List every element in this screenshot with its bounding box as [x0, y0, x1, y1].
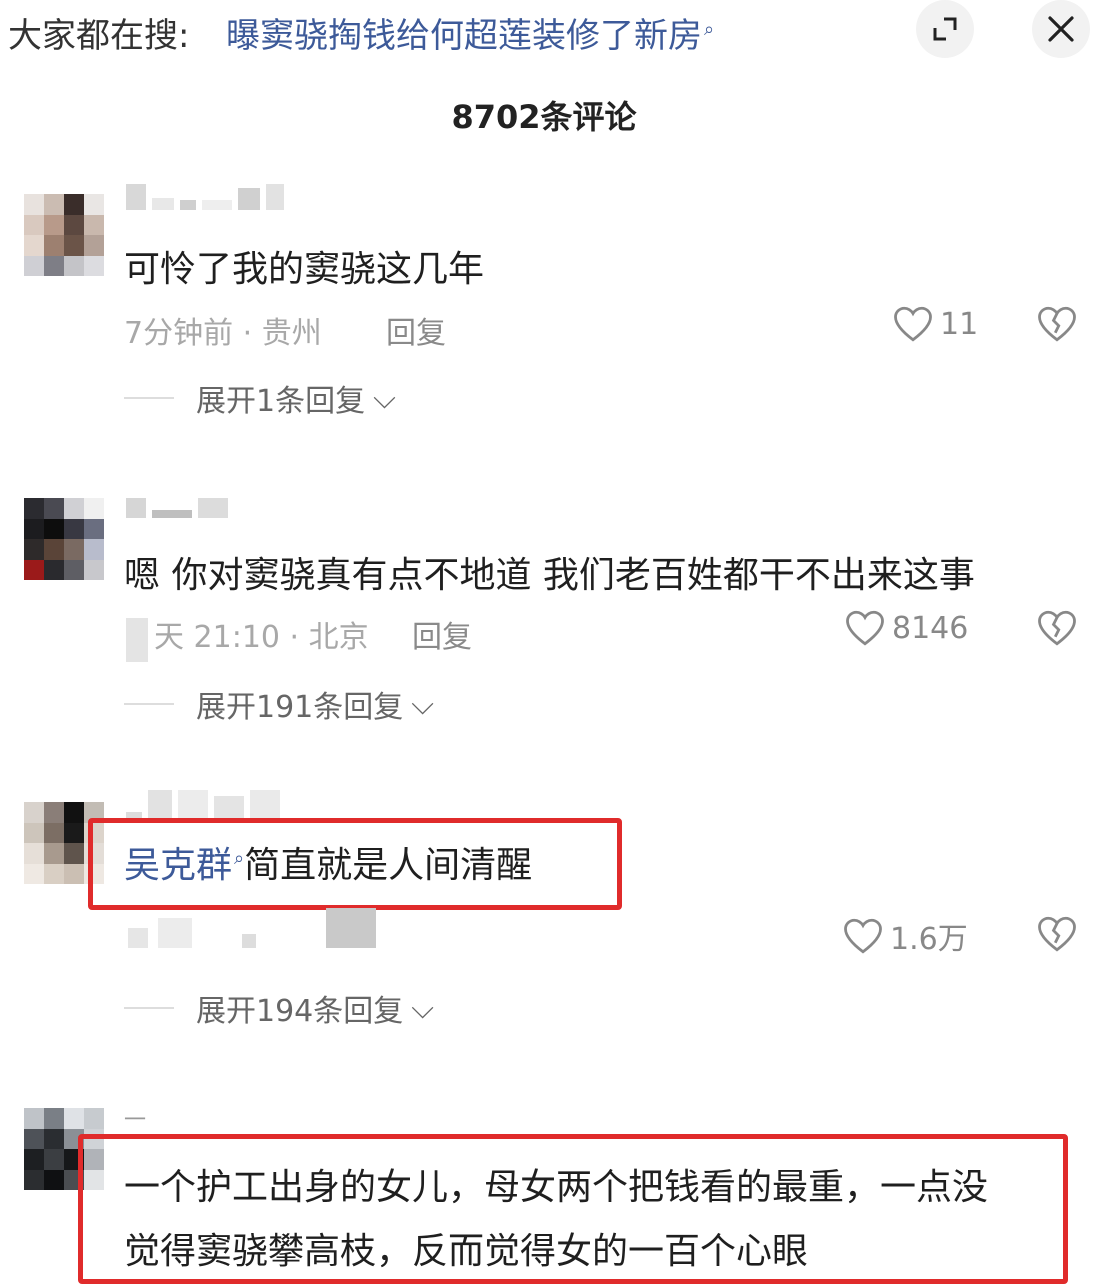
mention-link[interactable]: 吴克群 — [124, 845, 232, 886]
chevron-down-icon: ⌵ — [411, 686, 435, 722]
comment-text: 嗯 你对窦骁真有点不地道 我们老百姓都干不出来这事 — [124, 555, 975, 596]
comment-text: 可怜了我的窦骁这几年 — [124, 249, 485, 290]
comment-meta: 7分钟前 · 贵州 — [124, 316, 322, 351]
search-icon: ⌕ — [704, 18, 715, 40]
meta-blurred — [128, 908, 376, 948]
close-button[interactable] — [1032, 0, 1090, 58]
dislike-button[interactable] — [1036, 304, 1078, 348]
search-icon: ⌕ — [234, 848, 245, 869]
reply-button[interactable]: 回复 — [412, 612, 472, 656]
heart-icon — [846, 610, 884, 646]
expand-replies-label: 展开191条回复 — [196, 690, 404, 725]
like-count: 11 — [940, 306, 979, 342]
like-button[interactable]: 1.6万 — [842, 914, 968, 958]
comment-text-line: 觉得窦骁攀高枝，反而觉得女的一百个心眼 — [124, 1231, 809, 1272]
avatar[interactable] — [24, 194, 104, 276]
comment-count: 8702条评论 — [451, 98, 637, 136]
like-button[interactable]: 11 — [892, 304, 978, 344]
broken-heart-icon — [1038, 610, 1076, 646]
comment-item: 吴克群 ⌕简直就是人间清醒 1.6万 展开194条回复 ⌵ — [0, 784, 1107, 1034]
search-prefix: 大家都在搜: — [8, 16, 190, 56]
meta-blur — [126, 618, 148, 662]
comment-text: 吴克群 ⌕简直就是人间清醒 — [124, 836, 532, 888]
search-query: 曝窦骁掏钱给何超莲装修了新房 — [226, 16, 702, 56]
close-icon — [1048, 16, 1074, 42]
username: 一 — [124, 1108, 147, 1133]
heart-icon — [894, 306, 932, 342]
username-blurred — [126, 488, 228, 518]
comment-item: 可怜了我的窦骁这几年 7分钟前 · 贵州 回复 11 展开1条回复 ⌵ — [0, 180, 1107, 430]
broken-heart-icon — [1038, 916, 1076, 952]
top-search-bar: 大家都在搜: 曝窦骁掏钱给何超莲装修了新房 ⌕ — [0, 0, 1107, 62]
expand-replies-label: 展开1条回复 — [196, 384, 366, 419]
username-blurred — [126, 790, 280, 820]
comment-meta: 天 21:10 · 北京 — [154, 620, 369, 655]
search-suggestion-link[interactable]: 曝窦骁掏钱给何超莲装修了新房 ⌕ — [226, 8, 714, 57]
expand-button[interactable] — [916, 0, 974, 58]
like-count: 1.6万 — [890, 922, 968, 957]
expand-replies-button[interactable]: 展开191条回复 ⌵ — [124, 682, 434, 726]
chevron-down-icon: ⌵ — [373, 380, 396, 416]
expand-replies-button[interactable]: 展开194条回复 ⌵ — [124, 986, 434, 1030]
chevron-down-icon: ⌵ — [411, 990, 435, 1026]
dislike-button[interactable] — [1036, 608, 1078, 652]
like-button[interactable]: 8146 — [844, 608, 968, 648]
reply-button[interactable]: 回复 — [386, 308, 446, 352]
expand-replies-button[interactable]: 展开1条回复 ⌵ — [124, 376, 396, 420]
expand-icon — [933, 17, 957, 41]
heart-icon — [844, 918, 882, 954]
comment-item: 嗯 你对窦骁真有点不地道 我们老百姓都干不出来这事 天 21:10 · 北京 回… — [0, 480, 1107, 730]
comment-text-line: 一个护工出身的女儿，母女两个把钱看的最重，一点没 — [124, 1167, 989, 1208]
broken-heart-icon — [1038, 306, 1076, 342]
avatar[interactable] — [24, 498, 104, 580]
dislike-button[interactable] — [1036, 914, 1078, 958]
comment-item: 一 一个护工出身的女儿，母女两个把钱看的最重，一点没 觉得窦骁攀高枝，反而觉得女… — [0, 1098, 1107, 1284]
expand-replies-label: 展开194条回复 — [196, 994, 404, 1029]
comment-body: 简直就是人间清醒 — [244, 845, 533, 886]
username-blurred — [126, 180, 284, 210]
like-count: 8146 — [892, 610, 969, 646]
